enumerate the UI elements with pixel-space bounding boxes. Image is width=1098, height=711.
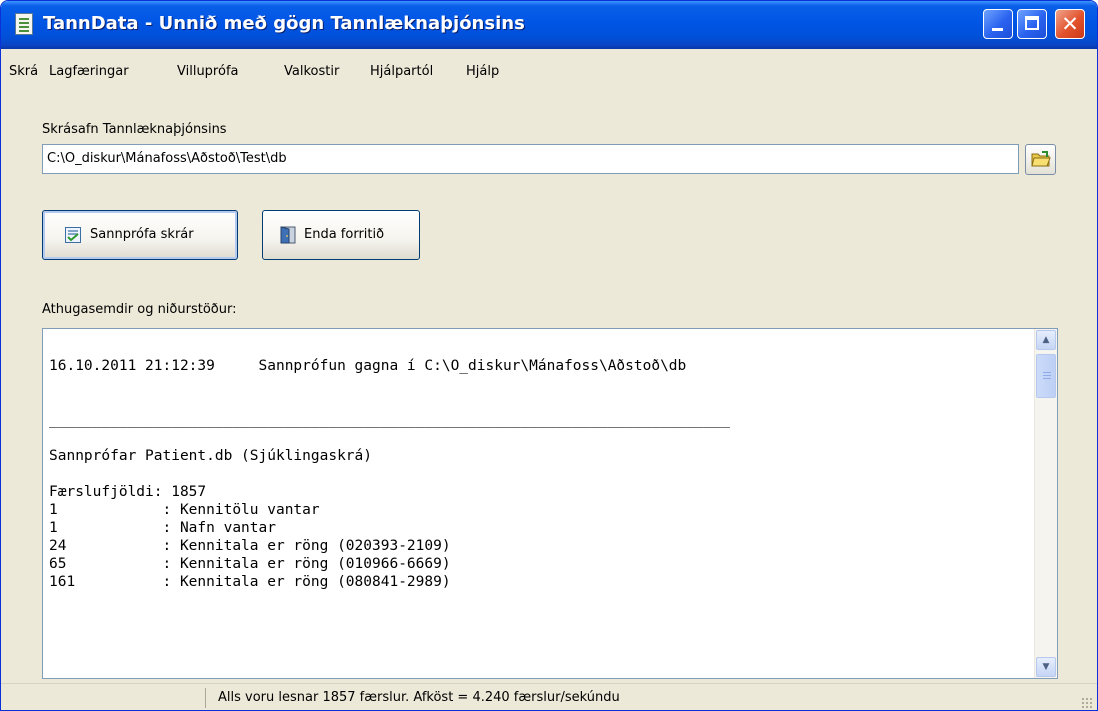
title-bar[interactable]: TannData - Unnið með gögn Tannlæknaþjóns…: [1, 1, 1097, 49]
scroll-up-button[interactable]: ▲: [1036, 330, 1056, 350]
menu-villuprofa[interactable]: Villuprófa: [177, 64, 239, 79]
exit-program-button[interactable]: Enda forritið: [262, 210, 420, 260]
close-button[interactable]: ✕: [1055, 9, 1085, 39]
exit-door-icon: [280, 226, 296, 244]
result-line: 24 : Kennitala er röng (020393-2109): [49, 538, 451, 554]
status-pane-empty: [4, 688, 206, 708]
app-icon[interactable]: [15, 13, 33, 35]
maximize-icon: [1025, 16, 1039, 30]
result-line: 161 : Kennitala er röng (080841-2989): [49, 574, 451, 590]
result-line: ________________________________________…: [49, 412, 730, 428]
menu-valkostir[interactable]: Valkostir: [284, 64, 339, 79]
menu-lagfaeringar[interactable]: Lagfæringar: [49, 64, 129, 79]
verify-files-button[interactable]: Sannprófa skrár: [42, 210, 238, 260]
menu-bar: Skrá Lagfæringar Villuprófa Valkostir Hj…: [1, 60, 1097, 82]
checklist-icon: [65, 227, 81, 243]
result-line: 65 : Kennitala er röng (010966-6669): [49, 556, 451, 572]
folder-label: Skrásafn Tannlæknaþjónsins: [42, 122, 227, 137]
browse-folder-button[interactable]: [1025, 144, 1056, 175]
exit-program-label: Enda forritið: [304, 227, 385, 242]
result-line: [49, 465, 1029, 483]
app-window: TannData - Unnið með gögn Tannlæknaþjóns…: [0, 0, 1098, 711]
result-line: [49, 393, 1029, 411]
results-lines: 16.10.2011 21:12:39 Sannprófun gagna í C…: [49, 357, 1029, 591]
status-text: Alls voru lesnar 1857 færslur. Afköst = …: [218, 690, 620, 705]
vertical-scrollbar[interactable]: ▲ ▼: [1034, 329, 1057, 678]
open-folder-icon: [1031, 151, 1051, 167]
results-textarea[interactable]: 16.10.2011 21:12:39 Sannprófun gagna í C…: [42, 328, 1058, 679]
folder-path-input[interactable]: C:\O_diskur\Mánafoss\Aðstoð\Test\db: [42, 144, 1019, 174]
menu-hjalp[interactable]: Hjálp: [466, 64, 499, 79]
maximize-button[interactable]: [1017, 9, 1047, 39]
result-line: [49, 429, 1029, 447]
scroll-thumb[interactable]: [1036, 354, 1056, 398]
status-bar: Alls voru lesnar 1857 færslur. Afköst = …: [1, 683, 1097, 710]
close-icon: ✕: [1061, 12, 1079, 36]
result-line: Færslufjöldi: 1857: [49, 484, 207, 500]
minimize-button[interactable]: [983, 9, 1013, 39]
menu-skra[interactable]: Skrá: [9, 64, 38, 79]
result-line: Sannprófar Patient.db (Sjúklingaskrá): [49, 448, 373, 464]
window-title: TannData - Unnið með gögn Tannlæknaþjóns…: [43, 13, 525, 34]
result-line: 1 : Kennitölu vantar: [49, 502, 320, 518]
verify-files-label: Sannprófa skrár: [90, 227, 194, 242]
result-line: 1 : Nafn vantar: [49, 520, 276, 536]
result-line: 16.10.2011 21:12:39 Sannprófun gagna í C…: [49, 358, 687, 374]
results-label: Athugasemdir og niðurstöður:: [42, 302, 237, 317]
menu-hjalpartol[interactable]: Hjálpartól: [370, 64, 433, 79]
result-line: [49, 375, 1029, 393]
minimize-icon: [992, 28, 1003, 31]
scroll-down-button[interactable]: ▼: [1036, 657, 1056, 677]
resize-grip-icon[interactable]: [1081, 697, 1093, 709]
